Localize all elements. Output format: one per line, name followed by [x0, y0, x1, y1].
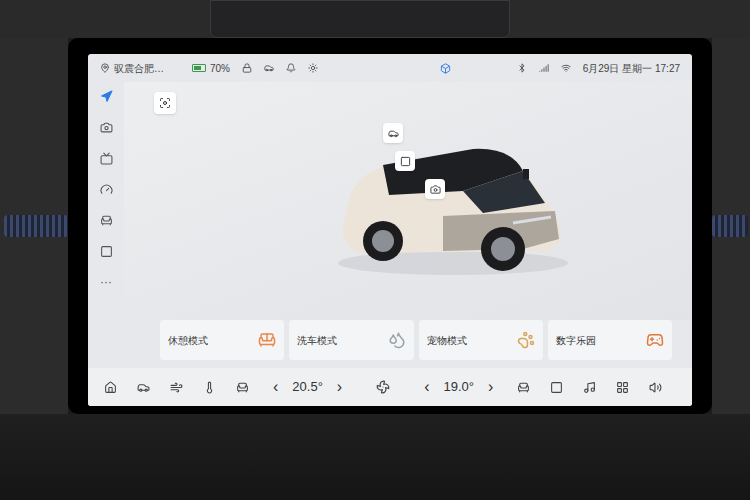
sidebar-item[interactable]: [100, 90, 113, 103]
screen-bezel: 驭震合肥… 70% 6月29日 星期一 17:27 ··· 休憩模式 洗车模式 宠物模式 数字…: [68, 38, 712, 414]
sidebar-item[interactable]: [100, 121, 113, 134]
car-canvas: [124, 82, 692, 320]
status-bar: 驭震合肥… 70% 6月29日 星期一 17:27: [88, 54, 692, 82]
heater-icon[interactable]: [203, 381, 216, 394]
increase-button[interactable]: ›: [484, 379, 497, 395]
sidebar-icon: [100, 214, 113, 227]
decrease-button[interactable]: ‹: [420, 379, 433, 395]
mode-label: 宠物模式: [427, 333, 467, 348]
speaker-module: [210, 0, 510, 38]
location-text: 驭震合肥…: [100, 61, 164, 76]
light-icon: [308, 63, 318, 73]
fan-icon[interactable]: [376, 380, 390, 394]
sunroof-button[interactable]: [395, 151, 415, 171]
lock-icon: [242, 63, 252, 73]
passenger-seat-icon[interactable]: [517, 381, 530, 394]
bottom-bar: ‹ 20.5° › ‹ 19.0° ›: [88, 368, 692, 406]
mode-card[interactable]: 休憩模式: [160, 320, 284, 360]
mode-label: 休憩模式: [168, 333, 208, 348]
car-icon[interactable]: [137, 381, 150, 394]
mode-label: 数字乐园: [556, 333, 596, 348]
volume-icon[interactable]: [649, 381, 662, 394]
sunroof-icon: [400, 156, 411, 167]
battery-icon: [192, 64, 206, 72]
dashboard-bottom: [0, 414, 750, 500]
left-vent: [0, 38, 68, 414]
mode-label: 洗车模式: [297, 333, 337, 348]
mode-icon: [646, 331, 664, 349]
vent-knob: [4, 215, 68, 237]
mode-icon: [517, 331, 535, 349]
mode-card[interactable]: 数字乐园: [548, 320, 672, 360]
sidebar-icon: [100, 152, 113, 165]
sidebar-item[interactable]: [100, 183, 113, 196]
increase-button[interactable]: ›: [333, 379, 346, 395]
temperature-value: 19.0°: [444, 377, 475, 397]
trunk-icon: [388, 128, 399, 139]
sidebar-item[interactable]: [100, 245, 113, 258]
car-status-icon: [264, 63, 274, 73]
dashboard-top: [0, 0, 750, 38]
car-dashboard: 驭震合肥… 70% 6月29日 星期一 17:27 ··· 休憩模式 洗车模式 宠物模式 数字…: [0, 0, 750, 500]
dashboard-middle: 驭震合肥… 70% 6月29日 星期一 17:27 ··· 休憩模式 洗车模式 宠物模式 数字…: [0, 38, 750, 414]
camera-icon: [430, 184, 441, 195]
main: 休憩模式 洗车模式 宠物模式 数字乐园: [124, 82, 692, 368]
trunk-button[interactable]: [383, 123, 403, 143]
right-vent: [712, 38, 750, 414]
vent-knob: [712, 215, 748, 237]
signal-icon: [539, 63, 549, 73]
sidebar-icon: [100, 245, 113, 258]
seat-icon[interactable]: [236, 381, 249, 394]
apps-icon[interactable]: [616, 381, 629, 394]
camera-button[interactable]: [425, 179, 445, 199]
sidebar: ···: [88, 82, 124, 368]
decrease-button[interactable]: ‹: [269, 379, 282, 395]
sidebar-icon: [100, 183, 113, 196]
sidebar-icon: [100, 90, 113, 103]
battery-fill: [194, 66, 201, 70]
sidebar-item[interactable]: [100, 214, 113, 227]
sidebar-icon: [100, 121, 113, 134]
recenter-button[interactable]: [154, 92, 176, 114]
mode-card[interactable]: 宠物模式: [419, 320, 543, 360]
wifi-icon: [561, 63, 571, 73]
location-icon: [100, 63, 110, 73]
rear-defrost-icon[interactable]: [550, 381, 563, 394]
mode-icon: [258, 331, 276, 349]
focus-icon: [159, 97, 171, 109]
sidebar-item[interactable]: [100, 152, 113, 165]
bluetooth-icon: [517, 63, 527, 73]
datetime: 6月29日 星期一 17:27: [583, 61, 680, 76]
battery: 70%: [192, 61, 230, 76]
mode-icon: [388, 331, 406, 349]
driver-temperature: ‹ 20.5° ›: [269, 377, 346, 397]
bell-icon: [286, 63, 296, 73]
temperature-value: 20.5°: [292, 377, 323, 397]
mode-cards: 休憩模式 洗车模式 宠物模式 数字乐园: [124, 320, 692, 368]
passenger-temperature: ‹ 19.0° ›: [420, 377, 497, 397]
music-icon[interactable]: [583, 381, 596, 394]
screen: 驭震合肥… 70% 6月29日 星期一 17:27 ··· 休憩模式 洗车模式 宠物模式 数字…: [88, 54, 692, 406]
home-icon[interactable]: [104, 381, 117, 394]
body: ··· 休憩模式 洗车模式 宠物模式 数字乐园: [88, 82, 692, 368]
sidebar-item[interactable]: ···: [100, 276, 112, 288]
defrost-icon[interactable]: [170, 381, 183, 394]
mode-card[interactable]: 洗车模式: [289, 320, 413, 360]
car-model: [323, 131, 573, 281]
center-icon: [440, 63, 451, 74]
car-icon: [323, 131, 573, 281]
